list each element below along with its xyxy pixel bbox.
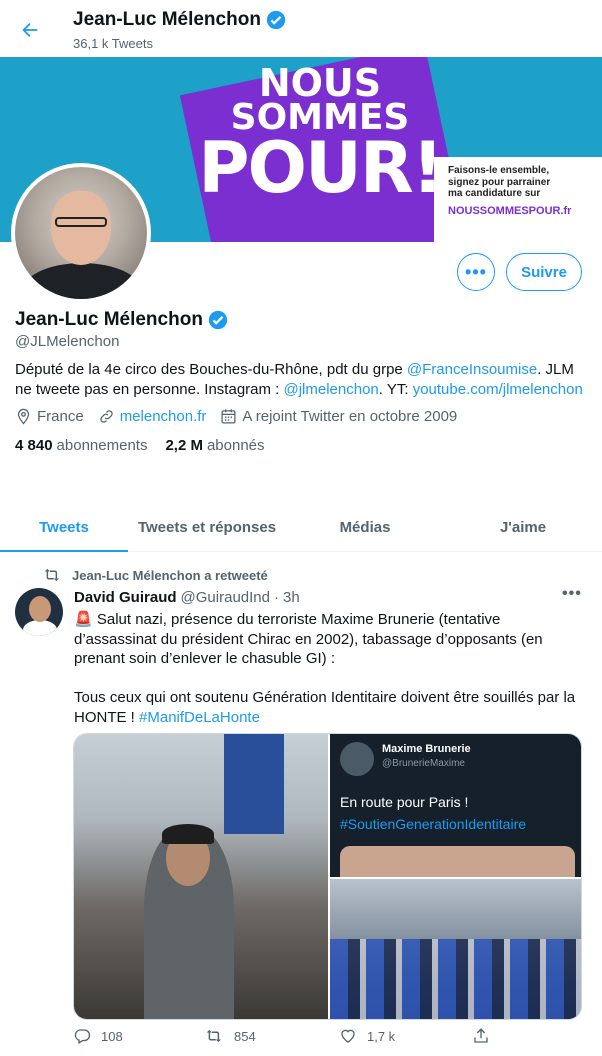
top-bar: Jean-Luc Mélenchon 36,1 k Tweets (0, 0, 602, 57)
followers-count: 2,2 M (165, 437, 203, 454)
bio-link-franceinsoumise[interactable]: @FranceInsoumise (407, 361, 537, 378)
header-name: Jean-Luc Mélenchon (73, 9, 287, 31)
tweet-author-avatar[interactable] (15, 588, 63, 636)
website-link[interactable]: melenchon.fr (120, 408, 207, 425)
avatar-photo (15, 167, 147, 299)
tweet-hashtag[interactable]: #ManifDeLaHonte (139, 709, 260, 726)
like-action[interactable]: 1,7 k (339, 1027, 472, 1045)
tweet-author-name[interactable]: David Guiraud (74, 589, 177, 606)
banner-card: Faisons-le ensemble, signez pour parrain… (434, 157, 602, 242)
tab-tweets[interactable]: Tweets (0, 503, 128, 552)
reply-count: 108 (101, 1028, 123, 1044)
media-photo-2[interactable] (330, 879, 581, 1019)
website[interactable]: melenchon.fr (98, 408, 207, 425)
tweet-media[interactable]: Maxime Brunerie @BrunerieMaxime En route… (73, 733, 582, 1020)
join-date-text: A rejoint Twitter en octobre 2009 (242, 408, 458, 425)
tab-likes[interactable]: J'aime (444, 503, 602, 551)
photo-crowd (330, 939, 581, 1019)
bio-text-1: Député de la 4e circo des Bouches-du-Rhô… (15, 361, 407, 378)
embedded-handle: @BrunerieMaxime (382, 758, 465, 769)
tweet-count: 36,1 k Tweets (73, 36, 153, 51)
header-name-text: Jean-Luc Mélenchon (73, 9, 261, 30)
retweet-icon (44, 566, 62, 584)
embedded-avatar (340, 742, 374, 776)
photo-sign (224, 734, 284, 834)
tweet-more-icon[interactable]: ••• (562, 585, 582, 603)
tweet-separator: · (273, 589, 279, 606)
avatar-face (51, 191, 111, 265)
avatar-body (23, 620, 57, 636)
location: France (15, 408, 84, 425)
profile-name-text: Jean-Luc Mélenchon (15, 309, 203, 330)
bio-link-instagram[interactable]: @jlmelenchon (284, 381, 379, 398)
retweet-text: Jean-Luc Mélenchon a retweeté (72, 567, 268, 583)
tweet-author-handle[interactable]: @GuiraudInd (181, 589, 270, 606)
location-text: France (37, 408, 84, 425)
link-icon (98, 408, 115, 425)
like-count: 1,7 k (367, 1028, 396, 1044)
join-date: A rejoint Twitter en octobre 2009 (220, 408, 457, 425)
heart-icon (339, 1027, 357, 1045)
bio-link-youtube[interactable]: youtube.com/jlmelenchon (413, 381, 583, 398)
tab-tweets-replies[interactable]: Tweets et réponses (128, 503, 286, 551)
media-screenshot[interactable]: Maxime Brunerie @BrunerieMaxime En route… (330, 734, 581, 877)
back-arrow-icon[interactable] (16, 16, 44, 44)
media-photo-1[interactable] (74, 734, 328, 1019)
share-icon (472, 1027, 490, 1045)
following-label: abonnements (56, 437, 148, 454)
profile-avatar[interactable] (11, 163, 151, 303)
embedded-hashtag: #SoutienGenerationIdentitaire (340, 816, 527, 832)
profile-bio: Député de la 4e circo des Bouches-du-Rhô… (15, 360, 590, 400)
avatar-glasses (55, 217, 107, 227)
tweet-time[interactable]: 3h (283, 589, 300, 606)
following-count: 4 840 (15, 437, 53, 454)
location-pin-icon (15, 408, 32, 425)
followers-label: abonnés (206, 437, 265, 454)
verified-badge-icon (207, 309, 229, 331)
banner-card-site: NOUSSOMMESPOUR.fr (448, 204, 572, 217)
share-action[interactable] (472, 1027, 502, 1045)
banner-card-text3: ma candidature sur (448, 188, 541, 199)
banner-card-text2: signez pour parrainer (448, 176, 551, 188)
follow-stats: 4 840 abonnements 2,2 Mabonnés (15, 437, 265, 454)
embedded-image (340, 846, 575, 877)
tweet-header: David Guiraud @GuiraudInd · 3h (74, 589, 300, 606)
banner-card-text1: Faisons-le ensemble, (448, 165, 550, 176)
following-link[interactable]: 4 840 abonnements (15, 437, 147, 454)
profile-tabs: Tweets Tweets et réponses Médias J'aime (0, 503, 602, 552)
tweet-actions: 108 854 1,7 k (73, 1027, 503, 1045)
embedded-name: Maxime Brunerie (382, 743, 471, 755)
retweet-indicator: Jean-Luc Mélenchon a retweeté (44, 566, 268, 584)
photo-cap (162, 824, 214, 844)
bio-text-3: . YT: (378, 381, 413, 398)
avatar-suit (21, 263, 143, 299)
tab-media[interactable]: Médias (286, 503, 444, 551)
avatar-face (29, 596, 51, 622)
retweet-icon (206, 1027, 224, 1045)
profile-meta: France melenchon.fr A rejoint Twitter en… (15, 408, 457, 425)
follow-button[interactable]: Suivre (506, 253, 582, 291)
retweet-action[interactable]: 854 (206, 1027, 339, 1045)
reply-icon (73, 1027, 91, 1045)
profile-name: Jean-Luc Mélenchon (15, 309, 229, 331)
calendar-icon (220, 408, 237, 425)
banner-slogan: NOUS SOMMES POUR! (190, 57, 450, 210)
retweet-count: 854 (234, 1028, 256, 1044)
more-options-button[interactable]: ••• (457, 253, 495, 291)
embedded-text: En route pour Paris ! (340, 794, 469, 810)
verified-badge-icon (265, 9, 287, 31)
followers-link[interactable]: 2,2 Mabonnés (165, 437, 264, 454)
banner-line3: POUR! (198, 127, 443, 210)
tweet-text: 🚨 Salut nazi, présence du terroriste Max… (74, 610, 586, 727)
profile-handle: @JLMelenchon (15, 333, 120, 350)
banner-line1: NOUS (258, 61, 382, 105)
reply-action[interactable]: 108 (73, 1027, 206, 1045)
